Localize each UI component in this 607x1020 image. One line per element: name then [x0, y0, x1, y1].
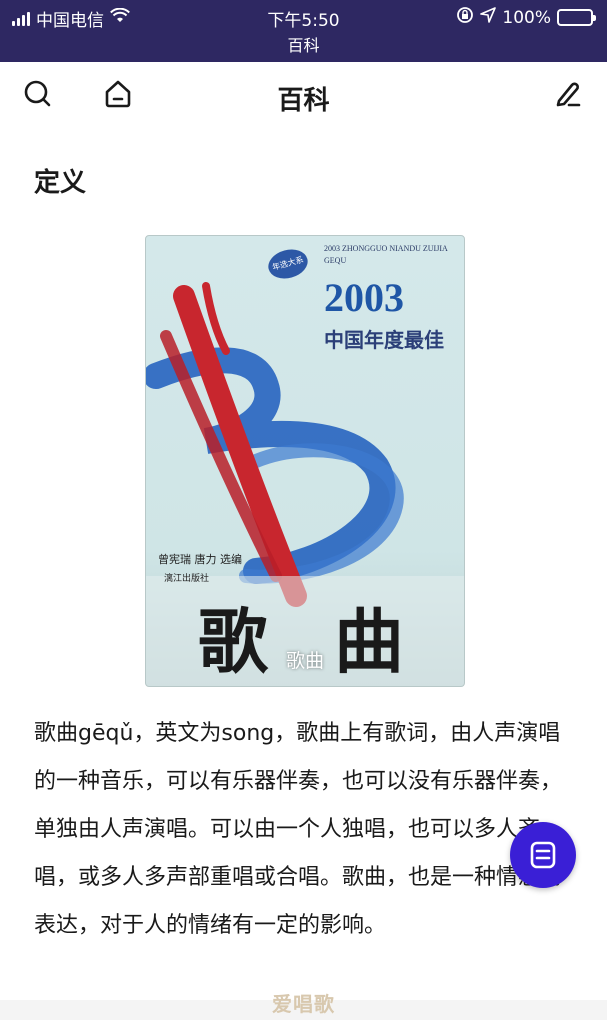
- section-title: 定义: [34, 168, 87, 198]
- cover-english-title-2: GEQU: [324, 256, 347, 265]
- edit-icon[interactable]: [550, 76, 586, 112]
- cover-year: 2003: [324, 275, 404, 320]
- watermark: 爱唱歌: [272, 992, 335, 1016]
- cover-english-title: 2003 ZHONGGUO NIANDU ZUIJIA: [324, 244, 448, 253]
- cover-publisher: 漓江出版社: [164, 574, 210, 584]
- location-icon: [480, 7, 497, 28]
- cover-subtitle: 中国年度最佳: [324, 328, 444, 352]
- battery-percent: 100%: [502, 7, 551, 28]
- cover-artwork: [146, 282, 464, 686]
- definition-paragraph: 歌曲gēqǔ，英文为song，歌曲上有歌词，由人声演唱的一种音乐，可以有乐器伴奏…: [34, 721, 563, 938]
- status-bar: 中国电信 下午5:50 百科 100%: [0, 0, 607, 62]
- battery-icon: [557, 9, 596, 26]
- rotation-lock-icon: [456, 6, 474, 29]
- status-right: 100%: [456, 6, 596, 29]
- cover-editors: 曾宪瑞 唐力 选编: [158, 553, 242, 566]
- image-caption: 歌曲: [285, 650, 324, 672]
- nav-bar: 百科: [0, 62, 607, 134]
- status-page-subtitle: 百科: [287, 36, 320, 55]
- document-icon: [530, 841, 556, 869]
- book-cover-image[interactable]: 年选大系 2003 ZHONGGUO NIANDU ZUIJIA GEQU 20…: [145, 235, 465, 687]
- page-title: 百科: [277, 86, 330, 116]
- document-fab-button[interactable]: [510, 822, 576, 888]
